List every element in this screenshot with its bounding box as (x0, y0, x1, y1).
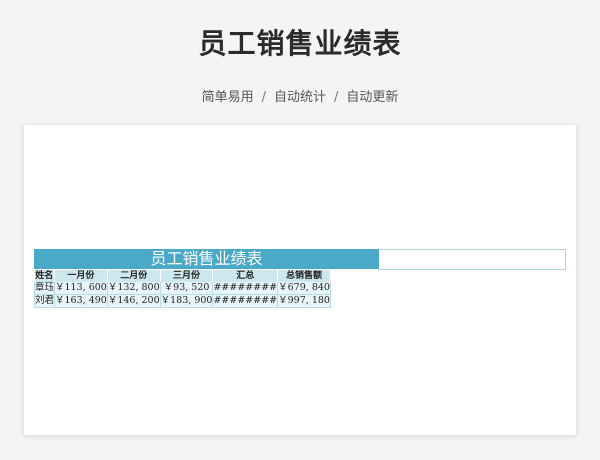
cell-jan[interactable]: ￥163, 490 (54, 294, 108, 308)
cell-mar[interactable]: ￥183, 900 (160, 294, 214, 308)
tag-auto-stats: 自动统计 (273, 90, 326, 105)
header-summary: 汇总 (212, 270, 279, 282)
empty-cell (379, 249, 566, 270)
cell-total-sales[interactable]: ￥997, 180 (277, 294, 331, 308)
cell-total-sales[interactable]: ￥679, 840 (277, 282, 331, 295)
feature-tags: 简单易用 / 自动统计 / 自动更新 (0, 86, 600, 105)
table-header-row: 姓名 一月份 二月份 三月份 汇总 总销售额 (34, 270, 331, 282)
cell-feb[interactable]: ￥132, 800 (107, 282, 161, 295)
header-feb: 二月份 (107, 270, 161, 282)
page-title: 员工销售业绩表 (198, 27, 402, 60)
tag-easy: 简单易用 (201, 90, 254, 105)
tag-auto-update: 自动更新 (346, 90, 399, 105)
cell-jan[interactable]: ￥113, 600 (54, 282, 108, 295)
cell-summary[interactable]: ######## (212, 282, 279, 295)
header-total-sales: 总销售额 (277, 270, 331, 282)
tag-separator: / (261, 90, 266, 105)
table-row: 刘君 ￥163, 490 ￥146, 200 ￥183, 900 #######… (33, 294, 331, 308)
table-row: 章珏 ￥113, 600 ￥132, 800 ￥93, 520 ########… (33, 282, 331, 295)
header-mar: 三月份 (160, 270, 214, 282)
sales-table: 姓名 一月份 二月份 三月份 汇总 总销售额 章珏 ￥113, 600 ￥132… (33, 270, 331, 308)
tag-separator: / (334, 90, 339, 105)
cell-name[interactable]: 章珏 (33, 282, 56, 295)
header-name: 姓名 (34, 270, 56, 282)
sheet-banner-title: 员工销售业绩表 (34, 249, 379, 269)
spreadsheet-preview-card: 员工销售业绩表 姓名 一月份 二月份 三月份 汇总 总销售额 章珏 ￥113, … (24, 125, 576, 435)
header-jan: 一月份 (54, 270, 108, 282)
cell-feb[interactable]: ￥146, 200 (107, 294, 161, 308)
cell-summary[interactable]: ######## (212, 294, 279, 308)
cell-mar[interactable]: ￥93, 520 (160, 282, 214, 295)
cell-name[interactable]: 刘君 (33, 294, 56, 308)
